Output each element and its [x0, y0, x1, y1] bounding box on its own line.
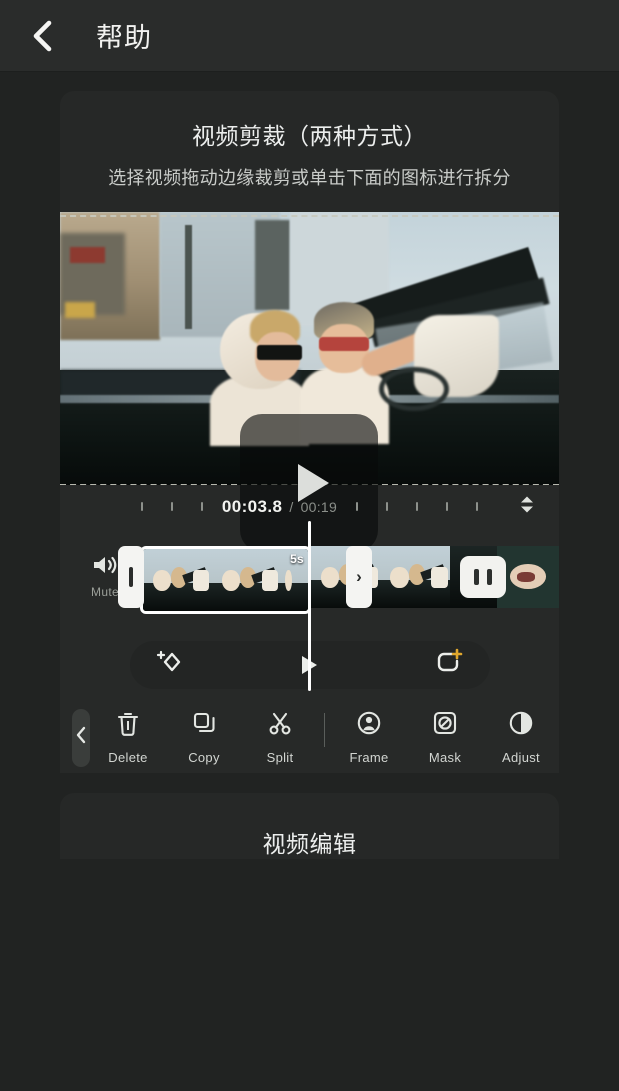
toolbar-item-copy[interactable]: Copy	[166, 710, 242, 765]
contrast-icon	[508, 710, 534, 743]
help-card-video-trim: 视频剪裁（两种方式） 选择视频拖动边缘裁剪或单击下面的图标进行拆分 00:03.…	[60, 91, 559, 773]
toolbar-label: Copy	[188, 750, 220, 766]
trash-icon	[115, 710, 141, 743]
page-title: 帮助	[96, 23, 152, 53]
expand-collapse-icon[interactable]	[517, 493, 537, 520]
card-title: 视频编辑	[262, 830, 357, 857]
transition-button[interactable]	[460, 555, 506, 598]
clip-thumbnail	[212, 548, 282, 611]
card-description: 选择视频拖动边缘裁剪或单击下面的图标进行拆分	[108, 168, 511, 188]
mask-icon	[432, 710, 458, 743]
card-header: 视频剪裁（两种方式） 选择视频拖动边缘裁剪或单击下面的图标进行拆分	[60, 91, 559, 212]
selected-clip[interactable]: 5s	[140, 545, 311, 614]
clip-thumbnail	[496, 545, 559, 608]
edit-toolbar: Delete Copy Split Frame Mask Adjust	[60, 703, 559, 773]
mute-label: Mute	[91, 584, 119, 599]
timecode-display: 00:03.8 / 00:19	[217, 497, 342, 517]
card-title: 视频剪裁（两种方式）	[192, 123, 427, 149]
toolbar-label: Frame	[349, 750, 389, 766]
add-clip-icon	[434, 648, 464, 681]
time-separator: /	[289, 498, 294, 515]
help-content: 视频剪裁（两种方式） 选择视频拖动边缘裁剪或单击下面的图标进行拆分 00:03.…	[0, 91, 619, 859]
trim-handle-left[interactable]	[118, 545, 144, 608]
ruler-ticks-left	[127, 502, 217, 512]
add-keyframe-button[interactable]	[156, 648, 186, 681]
copy-icon	[191, 710, 217, 743]
toolbar-divider	[324, 712, 325, 747]
total-time: 00:19	[300, 498, 338, 515]
back-button[interactable]	[14, 8, 70, 64]
playhead[interactable]	[308, 520, 311, 691]
trim-handle-right[interactable]: ›	[346, 545, 372, 608]
ruler-ticks-right	[342, 502, 492, 512]
chevron-left-icon	[74, 725, 88, 750]
help-card-video-edit: 视频编辑	[60, 792, 559, 859]
toolbar-item-split[interactable]: Split	[242, 710, 318, 765]
current-time: 00:03.8	[221, 496, 283, 516]
app-header: 帮助	[0, 0, 619, 72]
toolbar-items: Delete Copy Split Frame Mask Adjust	[90, 710, 559, 765]
add-keyframe-icon	[156, 648, 186, 681]
scissors-icon	[267, 710, 293, 743]
add-clip-button[interactable]	[434, 648, 464, 681]
video-editor-strip: 00:03.8 / 00:19 Mute 5s › Delete Copy Sp…	[60, 413, 559, 773]
chevron-left-icon	[29, 19, 55, 53]
toolbar-label: Adjust	[502, 750, 540, 766]
person-frame-icon	[356, 710, 382, 743]
toolbar-label: Delete	[108, 750, 148, 766]
clip-thumbnail	[380, 545, 451, 608]
clip-thumbnail	[143, 548, 213, 611]
toolbar-item-adjust[interactable]: Adjust	[483, 710, 559, 765]
timeline-track-area[interactable]: Mute 5s ›	[60, 520, 559, 691]
toolbar-item-delete[interactable]: Delete	[90, 710, 166, 765]
third-clip[interactable]	[496, 545, 559, 608]
chevron-right-icon: ›	[356, 567, 362, 587]
help-screen: 帮助 视频剪裁（两种方式） 选择视频拖动边缘裁剪或单击下面的图标进行拆分 00:…	[0, 0, 619, 1091]
clip-duration-badge: 5s	[290, 551, 304, 566]
toolbar-label: Split	[266, 750, 294, 766]
toolbar-item-frame[interactable]: Frame	[331, 710, 407, 765]
speaker-icon	[91, 553, 119, 582]
toolbar-item-mask[interactable]: Mask	[407, 710, 483, 765]
toolbar-collapse-button[interactable]	[72, 708, 90, 767]
toolbar-label: Mask	[428, 750, 462, 766]
